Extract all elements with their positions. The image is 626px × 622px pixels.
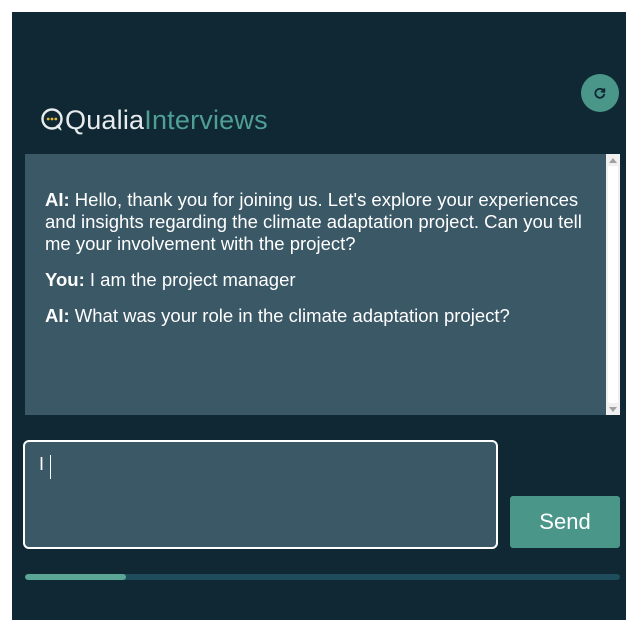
interview-app: Qualia Interviews AI: Hello, thank you fo… bbox=[12, 12, 626, 620]
refresh-icon bbox=[594, 87, 606, 99]
scroll-thumb[interactable] bbox=[608, 166, 618, 403]
scroll-up-arrow[interactable] bbox=[606, 154, 620, 166]
chat-message: AI: What was your role in the climate ad… bbox=[45, 305, 589, 327]
scroll-down-arrow[interactable] bbox=[606, 403, 620, 415]
chat-bubble-icon bbox=[41, 108, 63, 131]
message-text: What was your role in the climate adapta… bbox=[69, 305, 510, 326]
progress-bar bbox=[25, 574, 620, 580]
logo-word-interviews: Interviews bbox=[144, 104, 268, 135]
message-speaker: AI: bbox=[45, 305, 70, 326]
chat-message: AI: Hello, thank you for joining us. Let… bbox=[45, 189, 589, 255]
message-text: I am the project manager bbox=[84, 269, 296, 290]
chat-scrollbar[interactable] bbox=[606, 154, 620, 415]
chat-transcript: AI: Hello, thank you for joining us. Let… bbox=[25, 154, 607, 415]
caret-up-icon bbox=[609, 157, 617, 163]
app-logo: Qualia Interviews bbox=[40, 100, 268, 140]
chat-message: You: I am the project manager bbox=[45, 269, 589, 291]
message-speaker: AI: bbox=[45, 189, 70, 210]
caret-down-icon bbox=[609, 406, 617, 412]
refresh-button[interactable] bbox=[581, 74, 619, 112]
message-input[interactable]: I bbox=[23, 440, 498, 549]
text-caret bbox=[50, 455, 51, 479]
progress-fill bbox=[25, 574, 127, 580]
logo-word-qualia: Qualia bbox=[65, 104, 145, 135]
message-text: Hello, thank you for joining us. Let's e… bbox=[45, 189, 582, 254]
send-button[interactable]: Send bbox=[510, 496, 620, 548]
message-speaker: You: bbox=[45, 269, 85, 290]
